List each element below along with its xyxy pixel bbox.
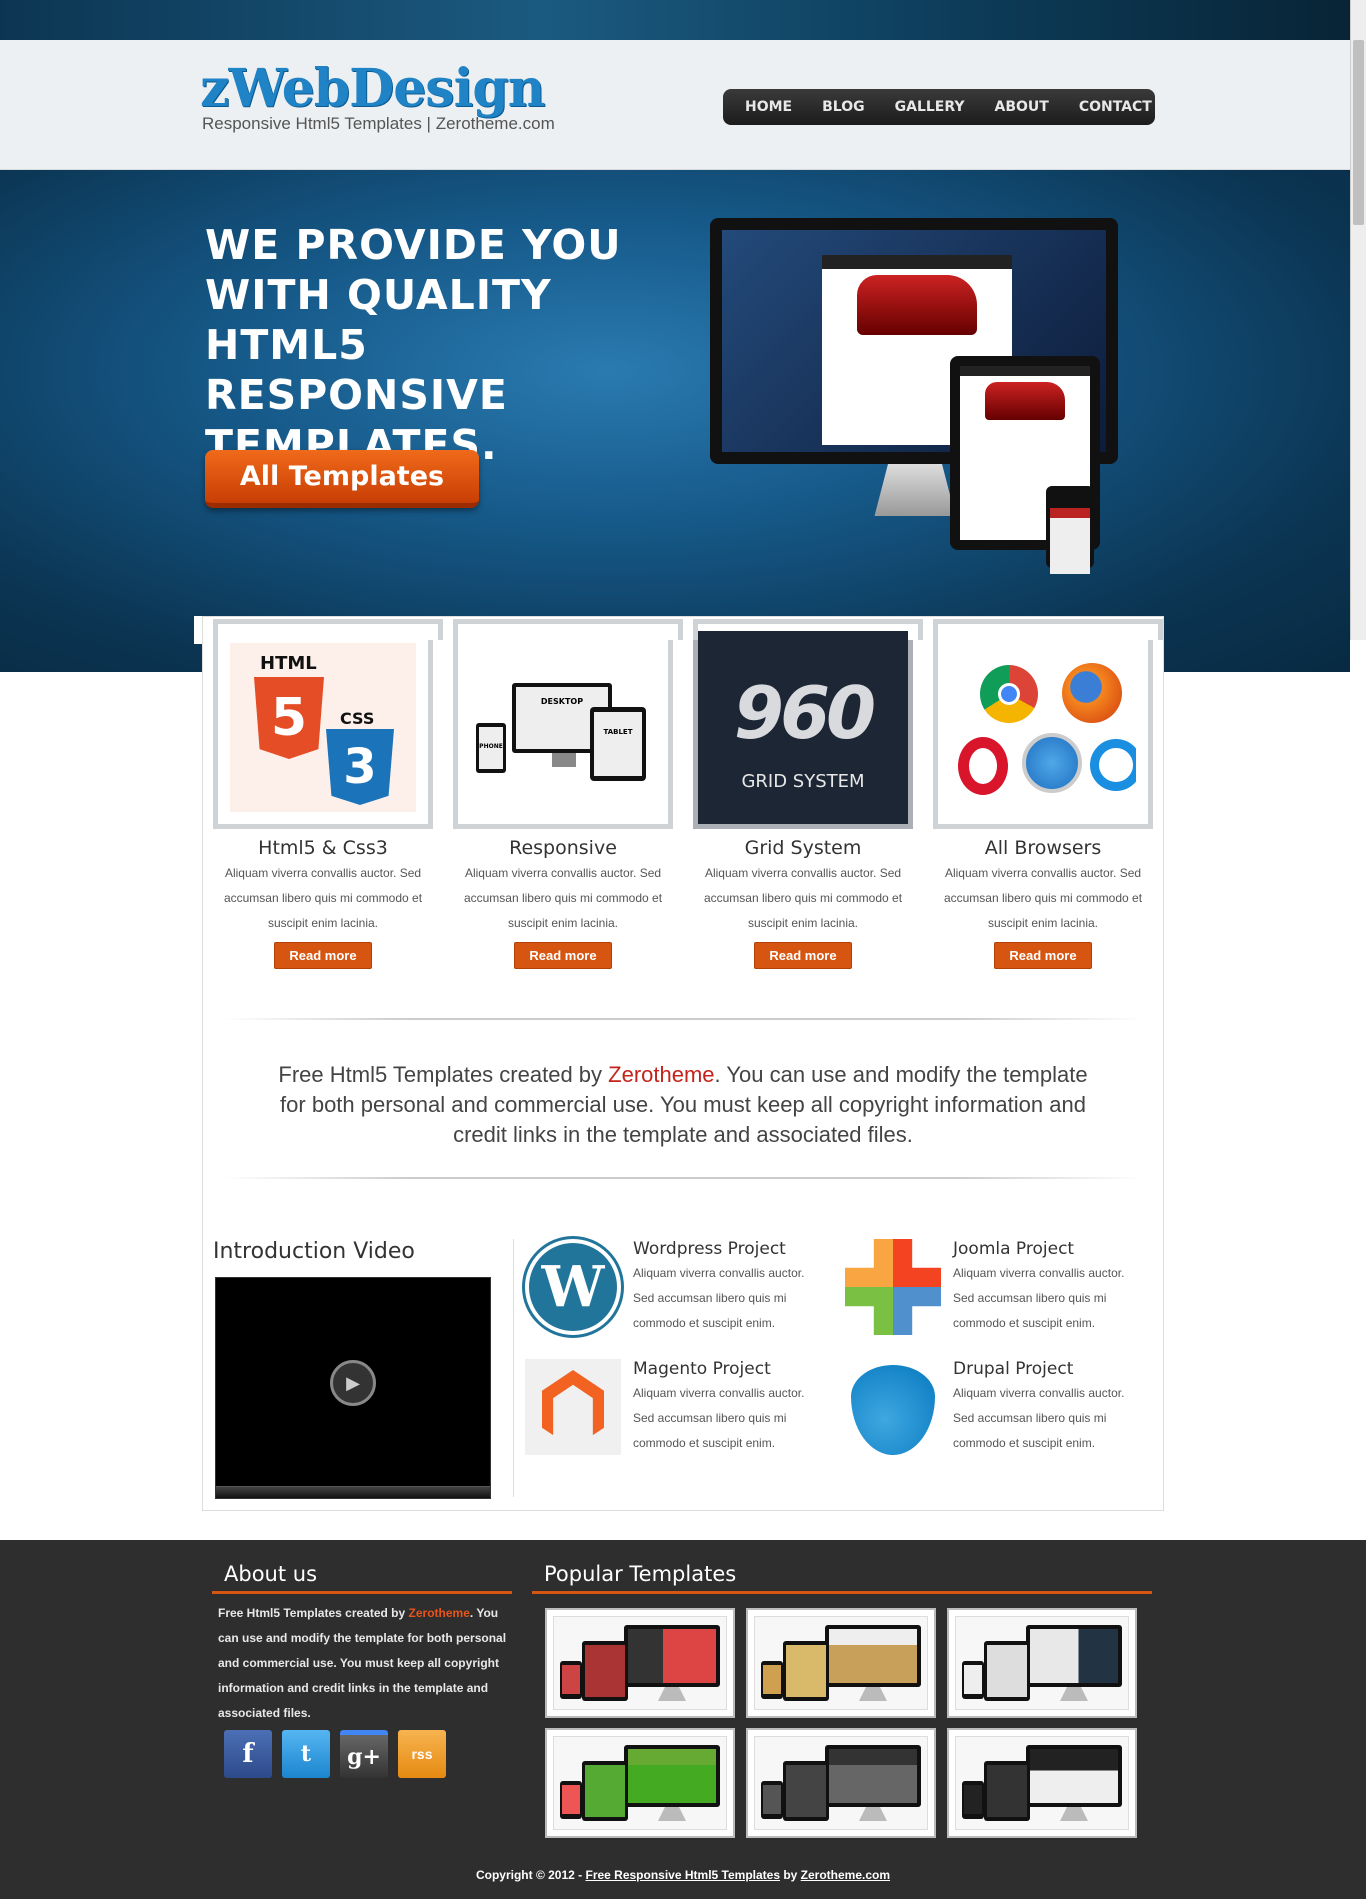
drupal-icon <box>845 1359 941 1455</box>
scrollbar-thumb[interactable] <box>1353 40 1364 225</box>
feature-text: Aliquam viverra convallis auctor. Sed ac… <box>703 866 903 930</box>
site-logo[interactable]: zWebDesign Responsive Html5 Templates | … <box>200 62 555 134</box>
feature-title: Grid System <box>744 837 862 859</box>
read-more-button[interactable]: Read more <box>754 942 852 969</box>
monitor-stand <box>874 464 956 516</box>
template-thumbnail[interactable] <box>746 1608 936 1718</box>
video-player[interactable]: ▶ <box>215 1277 491 1499</box>
play-icon[interactable]: ▶ <box>330 1360 376 1406</box>
project-wordpress: W Wordpress Project Aliquam viverra conv… <box>525 1239 825 1339</box>
hero-title: WE PROVIDE YOU WITH QUALITY HTML5 RESPON… <box>205 221 622 469</box>
templates-link[interactable]: Free Responsive Html5 Templates <box>585 1868 780 1882</box>
project-magento: Magento Project Aliquam viverra convalli… <box>525 1359 825 1459</box>
template-thumbnail[interactable] <box>947 1728 1137 1838</box>
project-title[interactable]: Magento Project <box>633 1359 771 1379</box>
nav-home[interactable]: HOME <box>745 99 792 115</box>
read-more-button[interactable]: Read more <box>994 942 1092 969</box>
nav-contact[interactable]: CONTACT <box>1079 99 1152 115</box>
zerotheme-site-link[interactable]: Zerotheme.com <box>801 1868 890 1882</box>
html5-css3-icon: HTML 5 CSS 3 <box>230 643 416 812</box>
project-text: Aliquam viverra convallis auctor. Sed ac… <box>953 1386 1125 1450</box>
magento-icon <box>525 1359 621 1455</box>
wordpress-icon: W <box>525 1239 621 1335</box>
logo-subtitle: Responsive Html5 Templates | Zerotheme.c… <box>202 114 555 133</box>
feature-grid-system: 960 GRID SYSTEM Grid System Aliquam vive… <box>693 619 923 969</box>
top-banner-strip <box>0 0 1350 40</box>
column-divider <box>513 1239 514 1497</box>
credit-notice: Free Html5 Templates created by Zerothem… <box>278 1062 1088 1147</box>
feature-text: Aliquam viverra convallis auctor. Sed ac… <box>943 866 1143 930</box>
feature-image-frame <box>933 619 1163 829</box>
project-drupal: Drupal Project Aliquam viverra convallis… <box>845 1359 1145 1459</box>
video-controls[interactable] <box>216 1486 490 1498</box>
960-grid-icon: 960 GRID SYSTEM <box>698 631 908 824</box>
google-plus-icon[interactable]: g+ <box>340 1730 388 1778</box>
template-thumbnail[interactable] <box>545 1608 735 1718</box>
zerotheme-link[interactable]: Zerotheme <box>608 1062 714 1087</box>
project-joomla: Joomla Project Aliquam viverra convallis… <box>845 1239 1145 1339</box>
popular-templates-title: Popular Templates <box>532 1562 1152 1594</box>
feature-image-frame: DESKTOP PHONE TABLET <box>453 619 683 829</box>
responsive-devices-illustration <box>710 218 1120 574</box>
template-thumbnail[interactable] <box>746 1728 936 1838</box>
feature-image-frame: 960 GRID SYSTEM <box>693 619 923 829</box>
site-footer: About us Free Html5 Templates created by… <box>0 1540 1366 1899</box>
ie-icon <box>1090 739 1136 791</box>
about-us-title: About us <box>212 1562 512 1594</box>
facebook-icon[interactable]: f <box>224 1730 272 1778</box>
feature-all-browsers: All Browsers Aliquam viverra convallis a… <box>933 619 1163 969</box>
hero-banner: WE PROVIDE YOU WITH QUALITY HTML5 RESPON… <box>0 170 1350 672</box>
project-text: Aliquam viverra convallis auctor. Sed ac… <box>633 1266 805 1330</box>
phone-image <box>1046 486 1094 574</box>
project-text: Aliquam viverra convallis auctor. Sed ac… <box>953 1266 1125 1330</box>
site-header: zWebDesign Responsive Html5 Templates | … <box>0 40 1350 170</box>
nav-blog[interactable]: BLOG <box>822 99 865 115</box>
read-more-button[interactable]: Read more <box>274 942 372 969</box>
safari-icon <box>1022 733 1082 793</box>
rss-icon[interactable]: rss <box>398 1730 446 1778</box>
divider <box>223 1177 1143 1179</box>
read-more-button[interactable]: Read more <box>514 942 612 969</box>
zerotheme-link[interactable]: Zerotheme <box>409 1606 470 1620</box>
main-nav: HOME BLOG GALLERY ABOUT CONTACT <box>723 89 1155 125</box>
twitter-icon[interactable]: t <box>282 1730 330 1778</box>
feature-text: Aliquam viverra convallis auctor. Sed ac… <box>223 866 423 930</box>
project-title[interactable]: Drupal Project <box>953 1359 1073 1379</box>
project-text: Aliquam viverra convallis auctor. Sed ac… <box>633 1386 805 1450</box>
intro-video-title: Introduction Video <box>213 1239 415 1264</box>
divider <box>223 1018 1143 1020</box>
feature-title: Responsive <box>509 837 617 859</box>
responsive-devices-icon: DESKTOP PHONE TABLET <box>470 643 656 812</box>
feature-html5-css3: HTML 5 CSS 3 Html5 & Css3 Aliquam viverr… <box>213 619 443 969</box>
nav-about[interactable]: ABOUT <box>995 99 1049 115</box>
opera-icon <box>958 737 1008 795</box>
browsers-icon <box>950 643 1136 812</box>
feature-text: Aliquam viverra convallis auctor. Sed ac… <box>463 866 663 930</box>
feature-title: Html5 & Css3 <box>258 837 388 859</box>
page-scrollbar[interactable] <box>1350 0 1366 640</box>
feature-title: All Browsers <box>984 837 1102 859</box>
feature-responsive: DESKTOP PHONE TABLET Responsive Aliquam … <box>453 619 683 969</box>
template-thumbnail[interactable] <box>545 1728 735 1838</box>
template-thumbnail[interactable] <box>947 1608 1137 1718</box>
joomla-icon <box>845 1239 941 1335</box>
copyright: Copyright © 2012 - Free Responsive Html5… <box>475 1868 891 1882</box>
chrome-icon <box>980 665 1038 723</box>
project-title[interactable]: Wordpress Project <box>633 1239 786 1259</box>
main-content: HTML 5 CSS 3 Html5 & Css3 Aliquam viverr… <box>202 616 1164 1511</box>
logo-title: zWebDesign <box>200 58 546 119</box>
project-title[interactable]: Joomla Project <box>953 1239 1074 1259</box>
feature-image-frame: HTML 5 CSS 3 <box>213 619 443 829</box>
about-us-text: Free Html5 Templates created by Zerothem… <box>218 1606 507 1720</box>
all-templates-button[interactable]: All Templates <box>205 450 479 508</box>
firefox-icon <box>1062 663 1122 723</box>
nav-gallery[interactable]: GALLERY <box>895 99 965 115</box>
